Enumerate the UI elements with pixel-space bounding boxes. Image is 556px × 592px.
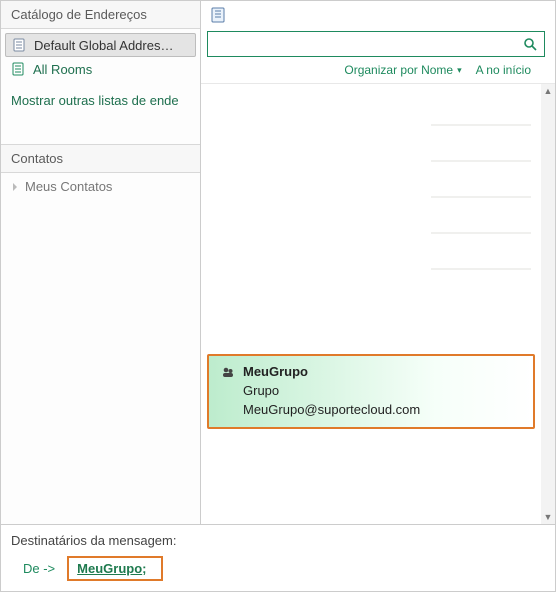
scroll-down-icon[interactable]: ▼ <box>541 510 555 524</box>
results-scrollbar[interactable]: ▲ ▼ <box>541 84 555 524</box>
sidebar-item-all-rooms[interactable]: All Rooms <box>1 57 200 81</box>
top-icon-row <box>201 1 555 27</box>
address-book-list: Default Global Addres… All Rooms <box>1 29 200 85</box>
more-lists-link[interactable]: Mostrar outras listas de ende <box>1 85 200 114</box>
book-icon <box>11 61 27 77</box>
catalog-header: Catálogo de Endereços <box>1 1 200 29</box>
sort-row: Organizar por Nome ▾ A no início <box>201 59 555 83</box>
recipients-section: Destinatários da mensagem: De -> MeuGrup… <box>1 524 555 591</box>
to-top-link[interactable]: A no início <box>476 63 531 77</box>
notes-icon[interactable] <box>209 6 227 24</box>
recipient-separator: ; <box>142 561 146 576</box>
to-top-label: A no início <box>476 63 531 77</box>
organize-label: Organizar por Nome <box>344 63 453 77</box>
search-icon[interactable] <box>522 36 538 52</box>
chevron-down-icon: ▾ <box>457 65 462 76</box>
my-contacts-label: Meus Contatos <box>25 179 112 194</box>
recipient-link[interactable]: MeuGrupo <box>77 561 142 576</box>
chevron-right-icon <box>11 179 21 194</box>
search-input[interactable] <box>214 36 522 53</box>
result-title-row: MeuGrupo <box>221 364 523 379</box>
recipients-row: De -> MeuGrupo; <box>11 556 545 581</box>
sidebar: Catálogo de Endereços Default Global Add… <box>1 1 201 524</box>
main-panel: Organizar por Nome ▾ A no início <box>201 1 555 524</box>
sidebar-item-label: Default Global Addres… <box>34 38 173 53</box>
recipient-box: MeuGrupo; <box>67 556 162 581</box>
sidebar-item-default-gal[interactable]: Default Global Addres… <box>5 33 196 57</box>
scroll-up-icon[interactable]: ▲ <box>541 84 555 98</box>
contacts-header: Contatos <box>1 144 200 173</box>
group-icon <box>221 365 235 379</box>
organize-by-name[interactable]: Organizar por Nome ▾ <box>344 63 461 77</box>
my-contacts-item[interactable]: Meus Contatos <box>1 173 200 200</box>
placeholder-lines <box>431 124 531 270</box>
result-email: MeuGrupo@suportecloud.com <box>221 402 523 417</box>
book-icon <box>12 37 28 53</box>
search-box[interactable] <box>207 31 545 57</box>
window: Catálogo de Endereços Default Global Add… <box>0 0 556 592</box>
search-row <box>201 27 555 59</box>
result-type: Grupo <box>221 383 523 398</box>
results-area: MeuGrupo Grupo MeuGrupo@suportecloud.com… <box>201 83 555 524</box>
recipients-label: Destinatários da mensagem: <box>11 533 545 548</box>
result-card-meugrupo[interactable]: MeuGrupo Grupo MeuGrupo@suportecloud.com <box>207 354 535 429</box>
result-name: MeuGrupo <box>243 364 308 379</box>
sidebar-item-label: All Rooms <box>33 62 92 77</box>
from-label[interactable]: De -> <box>11 561 55 576</box>
upper-pane: Catálogo de Endereços Default Global Add… <box>1 1 555 524</box>
